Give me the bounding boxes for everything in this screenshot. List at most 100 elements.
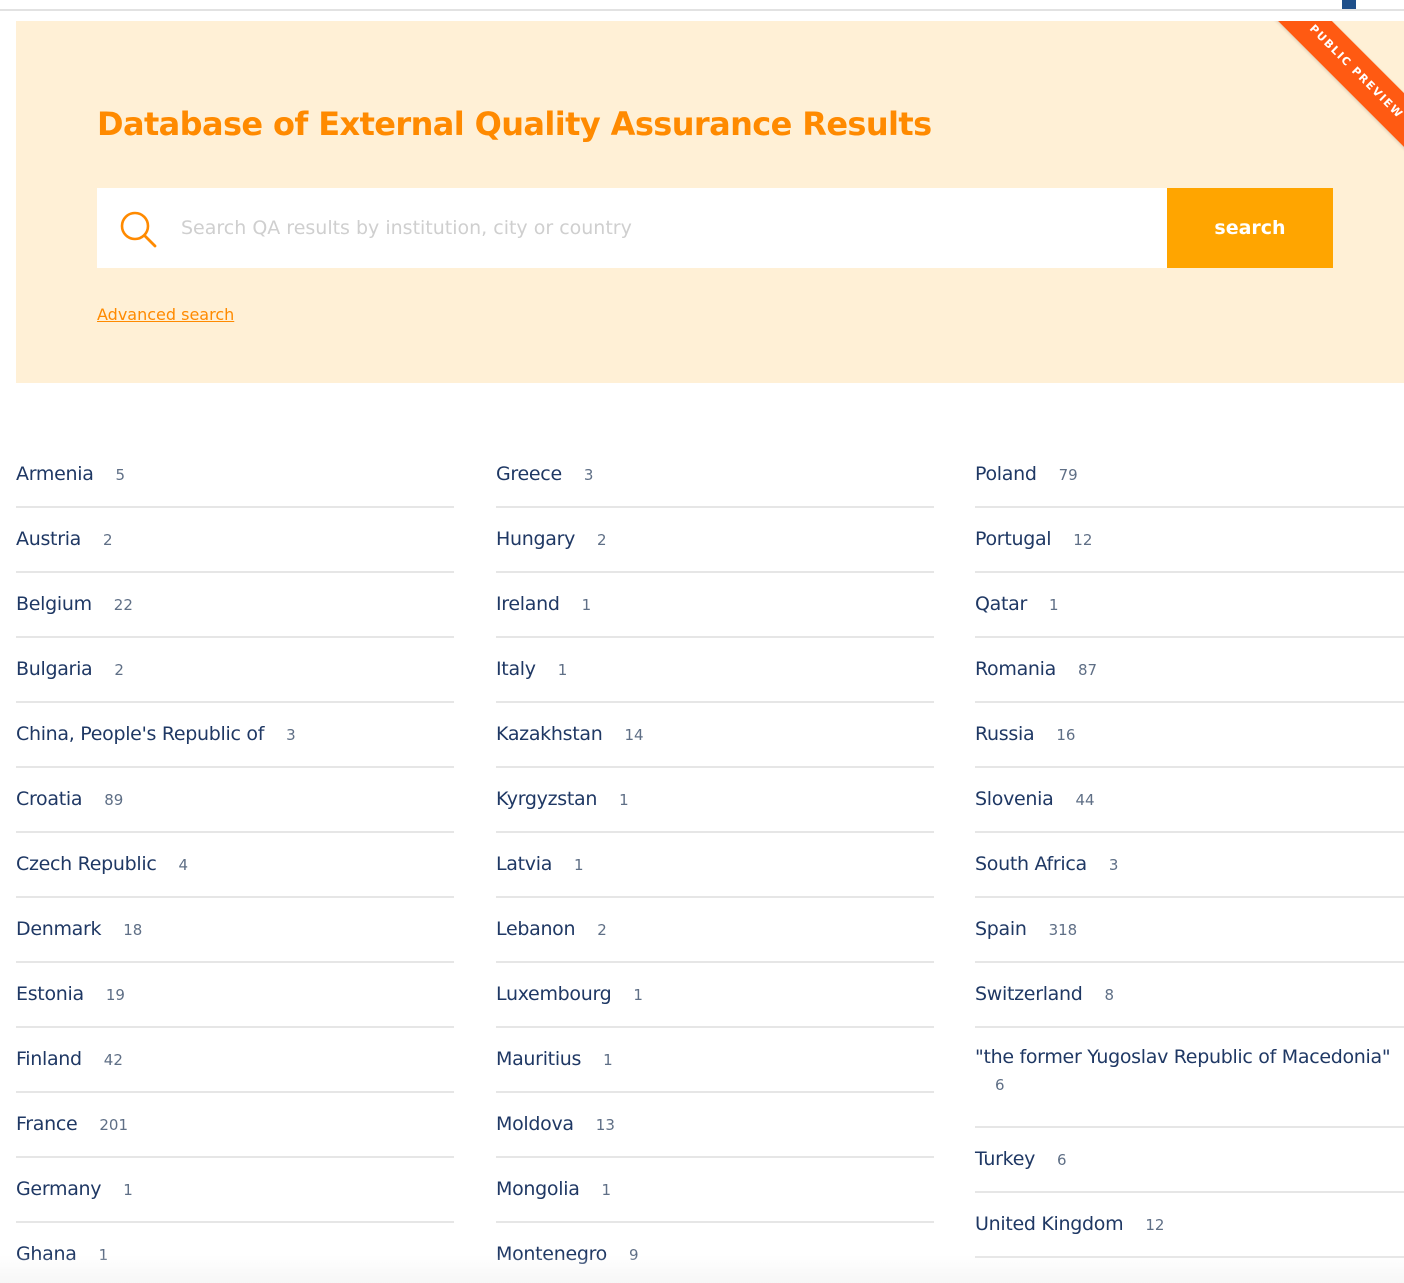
result-count: 79	[1058, 466, 1078, 484]
country-list-item[interactable]: Estonia 19	[16, 963, 454, 1028]
country-list-item[interactable]: Luxembourg 1	[496, 963, 934, 1028]
country-name: Armenia	[16, 463, 94, 485]
search-input[interactable]	[181, 188, 1151, 268]
country-list-item[interactable]: Switzerland 8	[975, 963, 1404, 1028]
country-list-item[interactable]: United Kingdom 12	[975, 1193, 1404, 1258]
country-name: Czech Republic	[16, 853, 157, 875]
country-list-item[interactable]: Turkey 6	[975, 1128, 1404, 1193]
result-count: 12	[1145, 1216, 1165, 1234]
advanced-search-link[interactable]: Advanced search	[97, 305, 234, 324]
result-count: 3	[1108, 856, 1119, 874]
result-count: 1	[603, 1051, 613, 1069]
country-list-item[interactable]: Romania 87	[975, 638, 1404, 703]
country-name: Italy	[496, 658, 536, 680]
search-box	[97, 188, 1167, 268]
result-count: 16	[1056, 726, 1076, 744]
country-list-item[interactable]: Kyrgyzstan 1	[496, 768, 934, 833]
country-name: Germany	[16, 1178, 102, 1200]
result-count: 42	[103, 1051, 123, 1069]
country-name: Denmark	[16, 918, 102, 940]
country-list-item[interactable]: China, People's Republic of 3	[16, 703, 454, 768]
search-icon	[117, 208, 161, 252]
country-name: Estonia	[16, 983, 84, 1005]
result-count: 3	[583, 466, 594, 484]
country-list-item[interactable]: Kazakhstan 14	[496, 703, 934, 768]
country-list-item[interactable]: Slovenia 44	[975, 768, 1404, 833]
country-list-item[interactable]: Croatia 89	[16, 768, 454, 833]
result-count: 13	[595, 1116, 615, 1134]
country-name: "the former Yugoslav Republic of Macedon…	[975, 1046, 1391, 1068]
result-count: 5	[115, 466, 126, 484]
country-name: France	[16, 1113, 78, 1135]
country-column-3: Poland 79 Portugal 12 Qatar 1 Romania 87 Russia 1…	[975, 443, 1404, 1258]
country-list-item[interactable]: Czech Republic 4	[16, 833, 454, 898]
country-name: Austria	[16, 528, 82, 550]
country-name: Hungary	[496, 528, 576, 550]
country-list-item[interactable]: Portugal 12	[975, 508, 1404, 573]
country-name: Romania	[975, 658, 1056, 680]
country-name: Ghana	[16, 1243, 77, 1265]
country-list-item[interactable]: Greece 3	[496, 443, 934, 508]
country-name: Lebanon	[496, 918, 576, 940]
country-list-item[interactable]: Austria 2	[16, 508, 454, 573]
country-name: South Africa	[975, 853, 1087, 875]
result-count: 9	[629, 1246, 639, 1264]
country-name: Montenegro	[496, 1243, 608, 1265]
country-list-item[interactable]: Montenegro 9	[496, 1223, 934, 1283]
country-list-item[interactable]: Moldova 13	[496, 1093, 934, 1158]
country-name: Russia	[975, 723, 1035, 745]
country-name: Bulgaria	[16, 658, 93, 680]
country-list-item[interactable]: Latvia 1	[496, 833, 934, 898]
country-list-item[interactable]: Russia 16	[975, 703, 1404, 768]
country-name: Belgium	[16, 593, 92, 615]
result-count: 1	[123, 1181, 133, 1199]
country-list-item[interactable]: Mauritius 1	[496, 1028, 934, 1093]
result-count: 22	[113, 596, 133, 614]
result-count: 44	[1075, 791, 1095, 809]
country-list-item[interactable]: Finland 42	[16, 1028, 454, 1093]
country-name: Spain	[975, 918, 1027, 940]
search-hero: Database of External Quality Assurance R…	[16, 21, 1404, 383]
result-count: 4	[178, 856, 189, 874]
country-list-item[interactable]: Bulgaria 2	[16, 638, 454, 703]
country-list-item[interactable]: Spain 318	[975, 898, 1404, 963]
country-list-item[interactable]: Mongolia 1	[496, 1158, 934, 1223]
country-list-item[interactable]: "the former Yugoslav Republic of Macedon…	[975, 1028, 1404, 1128]
country-list-item[interactable]: Hungary 2	[496, 508, 934, 573]
country-list-item[interactable]: Italy 1	[496, 638, 934, 703]
country-list-item[interactable]: Qatar 1	[975, 573, 1404, 638]
result-count: 1	[601, 1181, 612, 1199]
country-name: Portugal	[975, 528, 1052, 550]
result-count: 8	[1104, 986, 1115, 1004]
country-list-item[interactable]: Belgium 22	[16, 573, 454, 638]
page: Database of External Quality Assurance R…	[0, 0, 1404, 1283]
country-list-item[interactable]: Poland 79	[975, 443, 1404, 508]
country-name: Luxembourg	[496, 983, 612, 1005]
country-name: Ireland	[496, 593, 560, 615]
country-column-2: Greece 3 Hungary 2 Ireland 1 Italy 1 Kazakhstan 1…	[496, 443, 934, 1283]
country-column-1: Armenia 5 Austria 2 Belgium 22 Bulgaria 2 China,…	[16, 443, 454, 1283]
country-list-item[interactable]: France 201	[16, 1093, 454, 1158]
result-count: 201	[99, 1116, 129, 1134]
country-list-item[interactable]: Lebanon 2	[496, 898, 934, 963]
country-name: Finland	[16, 1048, 82, 1070]
result-count: 19	[105, 986, 125, 1004]
result-count: 3	[286, 726, 296, 744]
corner-marker	[1342, 0, 1356, 9]
country-list-item[interactable]: South Africa 3	[975, 833, 1404, 898]
result-count: 87	[1078, 661, 1098, 679]
country-list-item[interactable]: Ghana 1	[16, 1223, 454, 1283]
result-count: 1	[574, 856, 584, 874]
country-list-item[interactable]: Ireland 1	[496, 573, 934, 638]
country-list-item[interactable]: Germany 1	[16, 1158, 454, 1223]
search-button[interactable]: search	[1167, 188, 1333, 268]
country-list-item[interactable]: Denmark 18	[16, 898, 454, 963]
country-name: Qatar	[975, 593, 1028, 615]
page-title: Database of External Quality Assurance R…	[97, 105, 932, 143]
country-list-item[interactable]: Armenia 5	[16, 443, 454, 508]
result-count: 318	[1048, 921, 1078, 939]
result-count: 6	[1057, 1151, 1067, 1169]
country-name: Switzerland	[975, 983, 1083, 1005]
country-name: Mongolia	[496, 1178, 580, 1200]
result-count: 1	[98, 1246, 109, 1264]
